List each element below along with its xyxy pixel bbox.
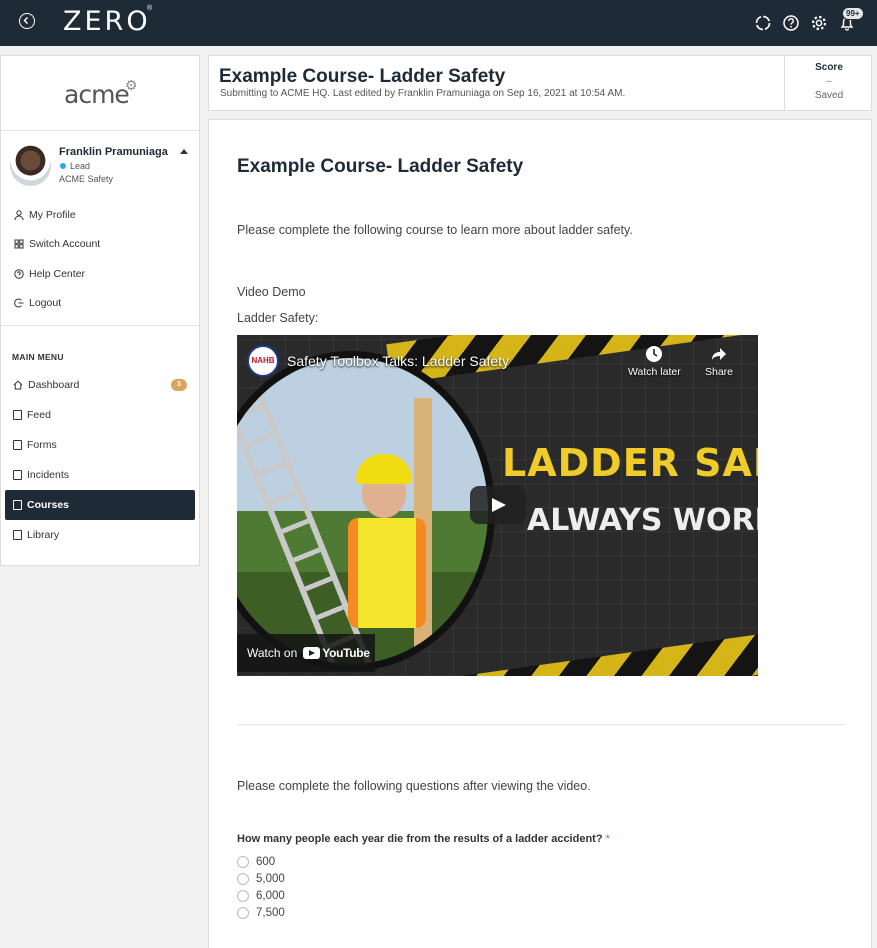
org-logo-gear-icon: ⚙ (125, 77, 138, 93)
course-content: Example Course- Ladder Safety Please com… (208, 119, 872, 948)
sidebar-item-label: Forms (27, 439, 57, 451)
logout-label: Logout (29, 297, 62, 309)
answer-option[interactable]: 600 (237, 856, 275, 868)
ladder-safety-label: Ladder Safety: (237, 311, 319, 325)
course-header: Example Course- Ladder Safety Submitting… (208, 55, 872, 111)
courses-icon (13, 500, 22, 510)
status-dot (60, 163, 66, 169)
notification-badge: 99+ (842, 7, 864, 20)
switch-account-link[interactable]: Switch Account (14, 238, 100, 250)
avatar[interactable] (10, 145, 51, 186)
sidebar-item-label: Dashboard (28, 379, 80, 391)
watch-on-label: Watch on (247, 646, 298, 660)
radio-button[interactable] (237, 890, 249, 902)
user-name[interactable]: Franklin Pramuniaga (59, 146, 168, 158)
feed-icon (13, 410, 22, 420)
app-logo[interactable]: ZERO (63, 6, 151, 37)
library-icon (13, 530, 22, 540)
page-title: Example Course- Ladder Safety (219, 66, 506, 87)
score-label: Score (815, 62, 843, 73)
question-text: How many people each year die from the r… (237, 833, 603, 845)
sidebar-item-label: Incidents (27, 469, 70, 481)
share-button[interactable]: Share (705, 345, 733, 378)
sidebar-item-dashboard[interactable]: Dashboard 3 (5, 370, 195, 400)
watch-later-button[interactable]: Watch later (628, 345, 681, 378)
back-arrow-icon[interactable] (19, 13, 35, 29)
main-menu-header: MAIN MENU (12, 352, 64, 362)
watch-later-label: Watch later (628, 366, 681, 378)
user-org: ACME Safety (59, 174, 114, 184)
score-value: -- (826, 76, 832, 86)
sidebar-divider (1, 130, 199, 131)
sidebar-item-feed[interactable]: Feed (5, 400, 195, 430)
home-icon (13, 380, 23, 390)
thumbnail-title: LADDER SAFETY (502, 441, 758, 485)
option-label: 6,000 (256, 890, 285, 902)
sidebar-divider (1, 325, 199, 326)
clock-icon (646, 346, 663, 362)
help-icon[interactable] (782, 14, 800, 32)
incidents-icon (13, 470, 22, 480)
play-button[interactable] (470, 486, 526, 524)
sidebar-item-label: Courses (27, 499, 70, 511)
youtube-play-icon (303, 647, 321, 659)
submission-info: Submitting to ACME HQ. Last edited by Fr… (220, 88, 626, 99)
org-logo: acme (64, 80, 130, 109)
switch-account-label: Switch Account (29, 238, 101, 250)
hardhat (356, 454, 412, 484)
user-icon (14, 210, 24, 220)
sidebar-item-label: Feed (27, 409, 51, 421)
help-center-label: Help Center (29, 268, 86, 280)
radio-button[interactable] (237, 873, 249, 885)
share-label: Share (705, 366, 734, 378)
watch-on-youtube-button[interactable]: Watch on YouTube (237, 634, 375, 672)
sidebar-item-courses[interactable]: Courses (5, 490, 195, 520)
questions-intro: Please complete the following questions … (237, 779, 591, 793)
sidebar-item-library[interactable]: Library (5, 520, 195, 550)
required-asterisk: * (605, 833, 610, 845)
sync-icon[interactable] (754, 14, 772, 32)
settings-gear-icon[interactable] (810, 14, 828, 32)
sidebar-item-forms[interactable]: Forms (5, 430, 195, 460)
course-intro: Please complete the following course to … (237, 223, 633, 237)
option-label: 600 (256, 856, 276, 868)
forms-icon (13, 440, 22, 450)
radio-button[interactable] (237, 856, 249, 868)
thumbnail-subtitle: ALWAYS WORK SAFE! (527, 503, 758, 538)
sidebar-item-label: Library (27, 529, 60, 541)
help-icon (14, 269, 24, 279)
caret-up-icon[interactable] (180, 149, 188, 154)
radio-button[interactable] (237, 907, 249, 919)
sidebar-item-incidents[interactable]: Incidents (5, 460, 195, 490)
save-status: Saved (814, 90, 844, 101)
option-label: 7,500 (256, 907, 285, 919)
video-title[interactable]: Safety Toolbox Talks: Ladder Safety (287, 353, 509, 369)
dashboard-count-badge: 3 (171, 379, 187, 391)
channel-avatar[interactable]: NAHB (247, 345, 279, 377)
my-profile-link[interactable]: My Profile (14, 209, 76, 221)
my-profile-label: My Profile (29, 209, 76, 221)
question-label: How many people each year die from the r… (237, 833, 610, 845)
answer-option[interactable]: 5,000 (237, 873, 285, 885)
answer-option[interactable]: 6,000 (237, 890, 285, 902)
youtube-wordmark: YouTube (322, 646, 370, 660)
video-demo-label: Video Demo (237, 285, 306, 299)
share-arrow-icon (712, 348, 727, 360)
grid-icon (14, 239, 24, 249)
help-center-link[interactable]: Help Center (14, 268, 85, 280)
logout-icon (14, 298, 24, 308)
youtube-logo: YouTube (303, 646, 370, 660)
top-bar: ZERO ® 99+ (0, 0, 877, 46)
section-divider (237, 724, 844, 725)
safety-vest (348, 518, 426, 628)
registered-mark: ® (147, 5, 153, 12)
option-label: 5,000 (256, 873, 285, 885)
youtube-video-embed[interactable]: LADDER SAFETY ALWAYS WORK SAFE! NAHB Saf… (237, 335, 758, 676)
course-title: Example Course- Ladder Safety (237, 156, 524, 177)
logout-link[interactable]: Logout (14, 297, 61, 309)
user-role: Lead (70, 161, 91, 171)
answer-option[interactable]: 7,500 (237, 907, 285, 919)
